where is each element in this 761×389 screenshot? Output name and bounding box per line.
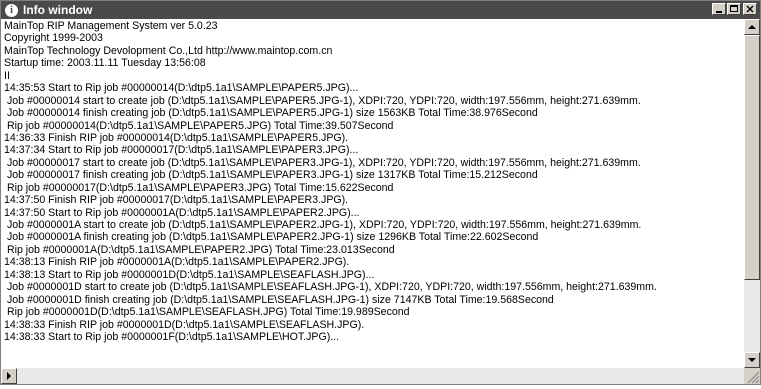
- log-line: Job #00000014 finish creating job (D:\dt…: [4, 107, 538, 120]
- scroll-down-button[interactable]: [744, 352, 760, 368]
- log-line: Rip job #00000017(D:\dtp5.1a1\SAMPLE\PAP…: [4, 181, 394, 194]
- window-title: Info window: [23, 3, 93, 17]
- log-line: Job #0000001D finish creating job (D:\dt…: [4, 293, 554, 306]
- log-line: 14:38:13 Start to Rip job #0000001D(D:\d…: [4, 268, 375, 281]
- resize-grip-icon: [747, 371, 760, 384]
- log-line: MainTop RIP Management System ver 5.0.23: [4, 20, 218, 32]
- log-line: Rip job #0000001A(D:\dtp5.1a1\SAMPLE\PAP…: [4, 243, 395, 256]
- log-line: Job #00000017 finish creating job (D:\dt…: [4, 169, 538, 182]
- vertical-scroll-thumb[interactable]: [744, 35, 760, 280]
- log-line: 14:37:50 Finish RIP job #00000017(D:\dtp…: [4, 194, 349, 207]
- log-line: Copyright 1999-2003: [4, 32, 103, 45]
- maximize-icon: [730, 5, 738, 12]
- log-line: MainTop Technology Devolopment Co.,Ltd h…: [4, 44, 333, 57]
- log-line: 14:38:33 Finish RIP job #0000001D(D:\dtp…: [4, 318, 365, 331]
- log-line: Job #0000001D start to create job (D:\dt…: [4, 281, 657, 294]
- close-button[interactable]: [743, 3, 757, 15]
- log-line: 14:37:34 Start to Rip job #00000017(D:\d…: [4, 144, 359, 157]
- log-line: Job #0000001A start to create job (D:\dt…: [4, 219, 642, 231]
- scroll-up-button[interactable]: [744, 19, 760, 35]
- right-arrow-icon: [7, 372, 11, 380]
- scroll-right-button[interactable]: [1, 368, 17, 384]
- title-bar[interactable]: i Info window: [1, 1, 760, 19]
- minimize-icon: [716, 11, 722, 13]
- log-line: 14:38:33 Start to Rip job #0000001F(D:\d…: [4, 330, 340, 343]
- down-arrow-icon: [748, 358, 756, 362]
- log-line: 14:37:50 Start to Rip job #0000001A(D:\d…: [4, 206, 360, 219]
- horizontal-scrollbar[interactable]: [1, 368, 744, 384]
- info-window: i Info window MainTop RIP Management Sys…: [0, 0, 761, 385]
- close-icon: [746, 5, 754, 13]
- window-controls: [712, 3, 757, 15]
- log-line: 14:35:53 Start to Rip job #00000014(D:\d…: [4, 82, 359, 95]
- log-line: 14:36:33 Finish RIP job #00000014(D:\dtp…: [4, 131, 349, 144]
- maximize-button[interactable]: [727, 3, 741, 15]
- up-arrow-icon: [748, 25, 756, 29]
- log-line: Job #00000017 start to create job (D:\dt…: [4, 156, 641, 169]
- log-line: Job #0000001A finish creating job (D:\dt…: [4, 231, 539, 244]
- minimize-button[interactable]: [712, 3, 726, 15]
- log-line: Rip job #0000001D(D:\dtp5.1a1\SAMPLE\SEA…: [4, 306, 410, 319]
- log-area[interactable]: MainTop RIP Management System ver 5.0.23…: [1, 19, 744, 368]
- log-text: MainTop RIP Management System ver 5.0.23…: [1, 19, 744, 343]
- log-line: Job #00000014 start to create job (D:\dt…: [4, 94, 641, 107]
- log-line: II: [4, 69, 10, 82]
- log-line: Startup time: 2003.11.11 Tuesday 13:56:0…: [4, 57, 206, 70]
- log-line: 14:38:13 Finish RIP job #0000001A(D:\dtp…: [4, 256, 350, 269]
- log-line: Rip job #00000014(D:\dtp5.1a1\SAMPLE\PAP…: [4, 119, 394, 132]
- info-icon: i: [5, 3, 18, 17]
- vertical-scrollbar[interactable]: [744, 19, 760, 368]
- resize-grip[interactable]: [744, 368, 760, 384]
